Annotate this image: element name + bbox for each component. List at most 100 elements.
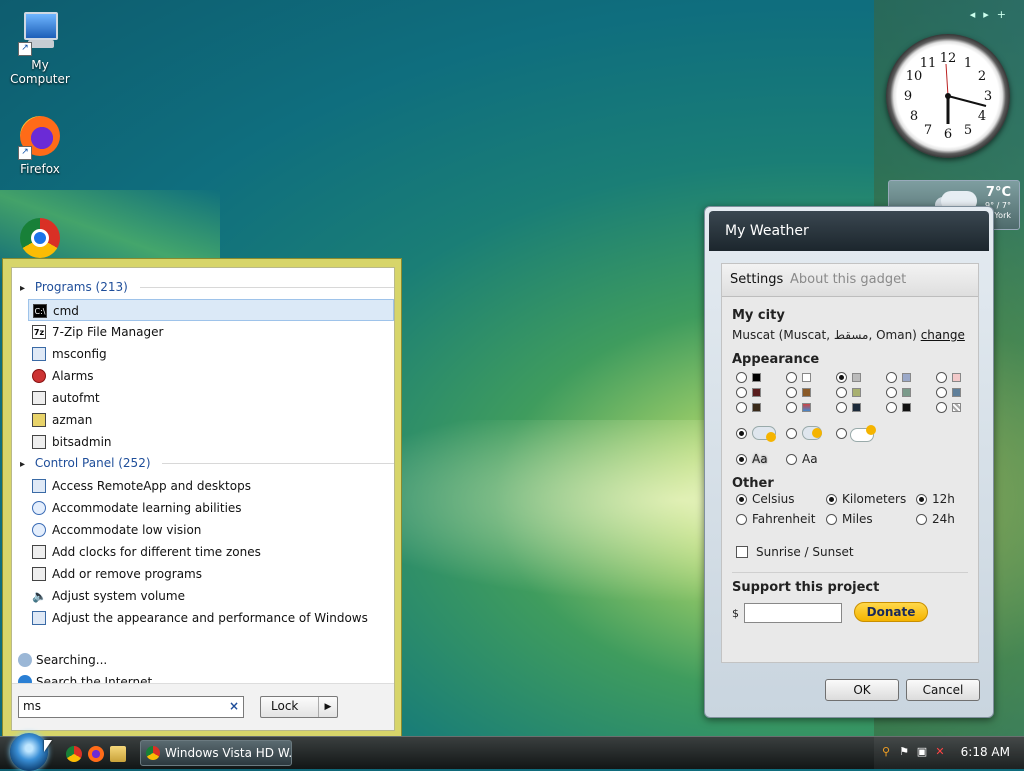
- folder-quicklaunch-icon[interactable]: [110, 746, 126, 762]
- sunrise-sunset-checkbox[interactable]: [736, 546, 748, 558]
- donate-button[interactable]: Donate: [854, 602, 928, 622]
- search-icon[interactable]: ⚲: [880, 746, 892, 758]
- color-radio[interactable]: [936, 402, 947, 413]
- power-options-arrow-icon[interactable]: ▶: [318, 697, 337, 717]
- result-cmd[interactable]: C:\ cmd: [28, 299, 394, 321]
- result-label: Adjust system volume: [52, 589, 185, 603]
- result-label: 7-Zip File Manager: [52, 325, 164, 339]
- color-radio[interactable]: [836, 387, 847, 398]
- result-msconfig[interactable]: msconfig: [28, 343, 394, 365]
- desktop-icon-firefox[interactable]: ↗ Firefox: [0, 114, 80, 176]
- cancel-button[interactable]: Cancel: [906, 679, 980, 701]
- city-value: Muscat (Muscat, مسقط, Oman): [732, 328, 917, 342]
- fahrenheit-label: Fahrenheit: [752, 512, 816, 526]
- desktop-icon-label: My Computer: [10, 58, 70, 86]
- result-azman[interactable]: azman: [28, 409, 394, 431]
- sidebar-nav-arrows-icon[interactable]: ◂▸+: [970, 8, 1014, 21]
- 24h-radio[interactable]: [916, 514, 927, 525]
- clock-gadget[interactable]: 12 1 2 3 4 5 6 7 8 9 10 11: [886, 34, 1010, 158]
- color-radio[interactable]: [736, 402, 747, 413]
- font-radio-selected[interactable]: [736, 454, 747, 465]
- result-label: Adjust the appearance and performance of…: [52, 611, 368, 625]
- searching-label: Searching...: [36, 653, 108, 667]
- weather-settings-dialog: My Weather Settings About this gadget My…: [704, 206, 994, 718]
- result-add-remove[interactable]: Add or remove programs: [28, 563, 394, 585]
- color-radio-selected[interactable]: [836, 372, 847, 383]
- programs-icon: [32, 567, 46, 581]
- color-radio[interactable]: [736, 387, 747, 398]
- desktop-icon-chrome[interactable]: [0, 216, 80, 264]
- color-radio[interactable]: [786, 372, 797, 383]
- result-appearance[interactable]: Adjust the appearance and performance of…: [28, 607, 394, 629]
- color-swatch: [802, 373, 811, 382]
- firefox-quicklaunch-icon[interactable]: [88, 746, 104, 762]
- volume-muted-icon[interactable]: ✕: [934, 746, 946, 758]
- result-remoteapp[interactable]: Access RemoteApp and desktops: [28, 475, 394, 497]
- result-label: Alarms: [52, 369, 94, 383]
- group-header-control-panel[interactable]: Control Panel (252): [20, 454, 394, 472]
- font-option-plain: Aa: [802, 452, 818, 466]
- kilometers-radio[interactable]: [826, 494, 837, 505]
- chrome-quicklaunch-icon[interactable]: [66, 746, 82, 762]
- sun-icon: [812, 428, 822, 438]
- change-city-link[interactable]: change: [921, 328, 965, 342]
- result-bitsadmin[interactable]: bitsadmin: [28, 431, 394, 453]
- tray-clock[interactable]: 6:18 AM: [961, 745, 1010, 759]
- color-radio[interactable]: [736, 372, 747, 383]
- searching-item[interactable]: Searching...: [16, 650, 107, 670]
- color-radio[interactable]: [936, 387, 947, 398]
- color-radio[interactable]: [786, 402, 797, 413]
- clock-face: 12 1 2 3 4 5 6 7 8 9 10 11: [904, 51, 992, 142]
- result-volume[interactable]: 🔈 Adjust system volume: [28, 585, 394, 607]
- flag-icon[interactable]: ⚑: [898, 746, 910, 758]
- icon-style-radio[interactable]: [786, 428, 797, 439]
- font-radio[interactable]: [786, 454, 797, 465]
- celsius-radio[interactable]: [736, 494, 747, 505]
- color-swatch: [902, 373, 911, 382]
- desktop-icon-my-computer[interactable]: ↗ My Computer: [0, 10, 80, 86]
- sunrise-sunset-label: Sunrise / Sunset: [756, 545, 854, 559]
- color-radio[interactable]: [936, 372, 947, 383]
- network-icon[interactable]: ▣: [916, 746, 928, 758]
- color-radio[interactable]: [786, 387, 797, 398]
- color-radio[interactable]: [886, 402, 897, 413]
- taskbar: Windows Vista HD W... ⚲ ⚑ ▣ ✕ 6:18 AM: [0, 733, 1024, 771]
- result-learning[interactable]: Accommodate learning abilities: [28, 497, 394, 519]
- font-option-shadowed: Aa: [752, 452, 768, 466]
- start-orb-icon[interactable]: [10, 733, 48, 771]
- result-clocks[interactable]: Add clocks for different time zones: [28, 541, 394, 563]
- color-radio[interactable]: [886, 372, 897, 383]
- color-swatch: [952, 388, 961, 397]
- result-autofmt[interactable]: autofmt: [28, 387, 394, 409]
- tab-about[interactable]: About this gadget: [790, 272, 906, 287]
- dialog-body: Settings About this gadget My city Musca…: [721, 263, 979, 663]
- color-radio[interactable]: [836, 402, 847, 413]
- icon-style-radio[interactable]: [836, 428, 847, 439]
- clock-numeral: 1: [964, 56, 972, 71]
- clock-numeral: 4: [978, 109, 986, 124]
- clock-numeral: 7: [924, 123, 932, 138]
- color-swatch: [902, 403, 911, 412]
- result-low-vision[interactable]: Accommodate low vision: [28, 519, 394, 541]
- result-alarms[interactable]: Alarms: [28, 365, 394, 387]
- lock-button[interactable]: Lock ▶: [260, 696, 338, 718]
- clock-numeral: 10: [906, 69, 923, 84]
- color-radio[interactable]: [886, 387, 897, 398]
- tab-settings[interactable]: Settings: [730, 272, 783, 287]
- kilometers-label: Kilometers: [842, 492, 907, 506]
- miles-label: Miles: [842, 512, 873, 526]
- donation-amount-input[interactable]: [744, 603, 842, 623]
- ok-button[interactable]: OK: [825, 679, 899, 701]
- result-7zip[interactable]: 7z 7-Zip File Manager: [28, 321, 394, 343]
- ease-of-access-icon: [32, 501, 46, 515]
- group-header-programs[interactable]: Programs (213): [20, 278, 394, 296]
- dialog-title: My Weather: [709, 211, 989, 251]
- 12h-radio[interactable]: [916, 494, 927, 505]
- icon-style-radio-selected[interactable]: [736, 428, 747, 439]
- clear-search-icon[interactable]: ×: [229, 699, 239, 713]
- clock-second-hand: [945, 63, 949, 97]
- start-search-input[interactable]: ms ×: [18, 696, 244, 718]
- taskbar-button-chrome-window[interactable]: Windows Vista HD W...: [140, 740, 292, 766]
- miles-radio[interactable]: [826, 514, 837, 525]
- fahrenheit-radio[interactable]: [736, 514, 747, 525]
